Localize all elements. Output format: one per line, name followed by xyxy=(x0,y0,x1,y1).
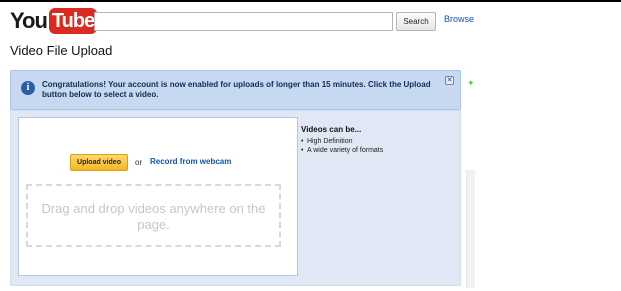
record-from-webcam-link[interactable]: Record from webcam xyxy=(150,157,231,166)
drag-drop-zone[interactable]: Drag and drop videos anywhere on the pag… xyxy=(26,184,281,247)
browse-link[interactable]: Browse xyxy=(444,14,474,24)
dropzone-text: Drag and drop videos anywhere on the pag… xyxy=(41,201,266,232)
logo-you-text: You xyxy=(10,8,48,33)
list-item: High Definition xyxy=(301,137,383,146)
or-label: or xyxy=(135,158,143,167)
formats-list: High Definition A wide variety of format… xyxy=(301,137,383,155)
search-input[interactable] xyxy=(94,12,393,31)
page-title: Video File Upload xyxy=(10,43,113,58)
search-button[interactable]: Search xyxy=(396,12,436,31)
sparkle-icon: ✦ xyxy=(467,78,475,88)
list-item: A wide variety of formats xyxy=(301,146,383,155)
notice-message: Congratulations! Your account is now ena… xyxy=(42,80,431,99)
supported-formats: Videos can be... High Definition A wide … xyxy=(301,125,383,155)
close-icon[interactable]: ✕ xyxy=(445,76,454,85)
notice-banner: i Congratulations! Your account is now e… xyxy=(10,70,461,110)
upload-panel: Upload video or Record from webcam Drag … xyxy=(18,117,298,276)
logo-tube-text: Tube xyxy=(48,8,98,34)
scrollbar[interactable] xyxy=(466,170,475,288)
info-icon: i xyxy=(21,81,35,95)
upload-area: Upload video or Record from webcam Drag … xyxy=(10,110,461,286)
youtube-logo[interactable]: You Tube xyxy=(10,8,98,34)
upload-video-button[interactable]: Upload video xyxy=(70,154,128,171)
top-border xyxy=(0,0,621,2)
formats-heading: Videos can be... xyxy=(301,125,362,134)
